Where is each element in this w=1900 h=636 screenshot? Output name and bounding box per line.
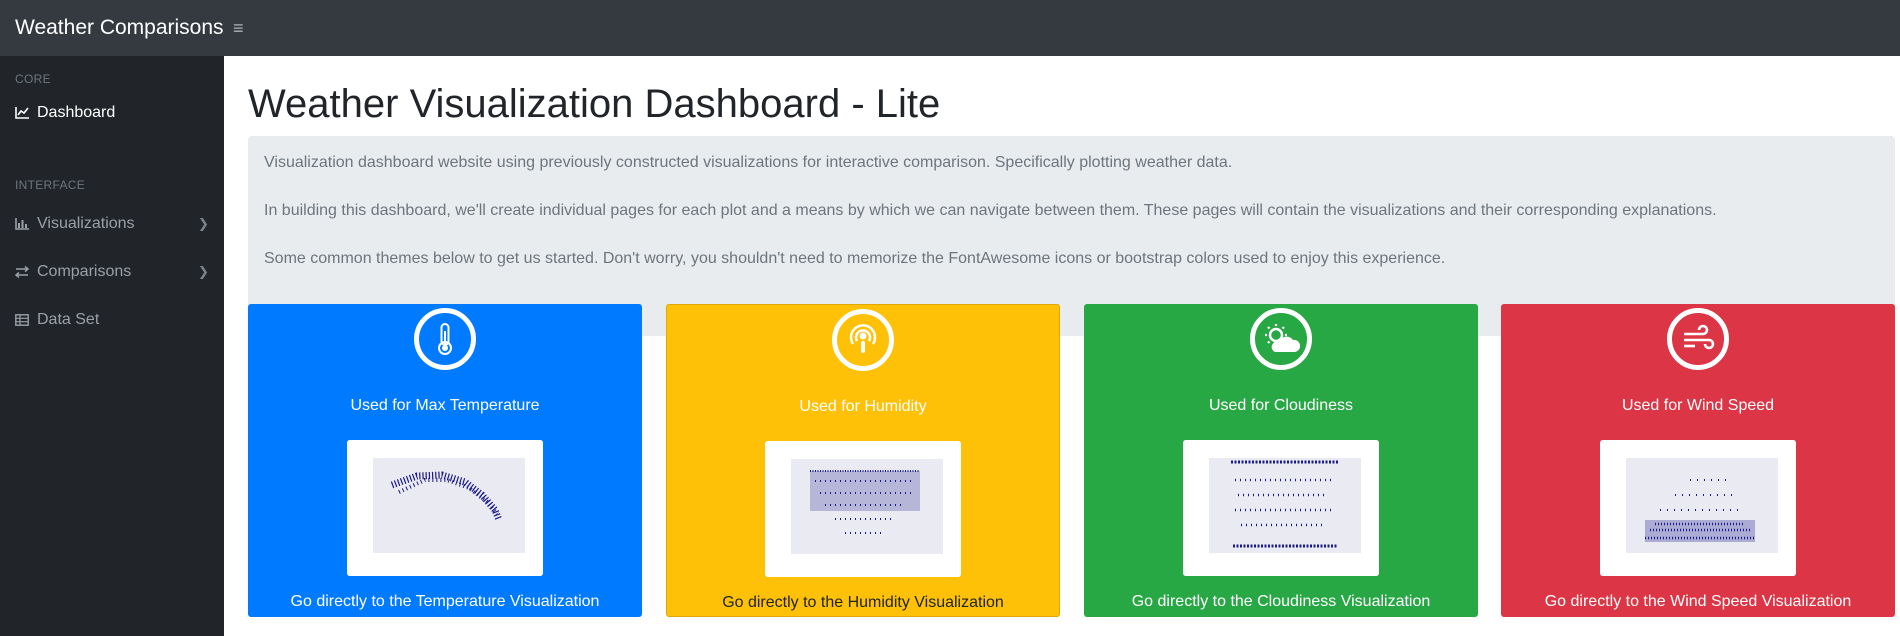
temperature-chart-thumbnail[interactable] — [347, 440, 543, 576]
sidebar-item-label: Visualizations — [37, 215, 135, 232]
sidebar-item-visualizations[interactable]: Visualizations ❯ — [0, 204, 224, 244]
navbar-brand[interactable]: Weather Comparisons — [0, 16, 224, 40]
wind-icon — [1667, 308, 1729, 370]
sidebar-item-label: Data Set — [37, 311, 100, 328]
table-icon — [15, 314, 37, 326]
temperature-link[interactable]: Go directly to the Temperature Visualiza… — [248, 593, 642, 611]
intro-paragraph: Some common themes below to get us start… — [264, 250, 1446, 267]
top-navbar: Weather Comparisons ≡ — [0, 0, 1900, 56]
chevron-right-icon: ❯ — [198, 216, 209, 231]
wind-speed-link[interactable]: Go directly to the Wind Speed Visualizat… — [1501, 593, 1895, 611]
wind-speed-card: Used for Wind Speed Go directly to the W… — [1501, 304, 1895, 617]
sidebar-item-comparisons[interactable]: Comparisons ❯ — [0, 252, 224, 292]
card-caption: Used for Wind Speed — [1621, 397, 1775, 414]
sidebar-heading-interface: INTERFACE — [15, 178, 86, 192]
area-chart-icon — [15, 107, 37, 119]
cloudiness-chart-thumbnail[interactable] — [1183, 440, 1379, 576]
sidebar-heading-core: CORE — [15, 72, 51, 86]
thermometer-icon — [414, 308, 476, 370]
sidebar-item-data-set[interactable]: Data Set — [0, 300, 224, 340]
card-caption: Used for Max Temperature — [350, 397, 540, 414]
wind-speed-chart-thumbnail[interactable] — [1600, 440, 1796, 576]
chevron-right-icon: ❯ — [198, 264, 209, 279]
humidity-link[interactable]: Go directly to the Humidity Visualizatio… — [667, 594, 1059, 612]
sidebar: CORE Dashboard INTERFACE Visualizations … — [0, 56, 224, 636]
cloudiness-card: Used for Cloudiness Go directly to the C… — [1084, 304, 1478, 617]
sidebar-item-dashboard[interactable]: Dashboard — [0, 93, 224, 133]
intro-paragraph: In building this dashboard, we'll create… — [264, 202, 1717, 219]
main-content: Weather Visualization Dashboard - Lite V… — [224, 56, 1900, 636]
card-caption: Used for Cloudiness — [1208, 397, 1354, 414]
cloud-sun-icon — [1250, 308, 1312, 370]
compare-icon — [15, 266, 37, 278]
cloudiness-link[interactable]: Go directly to the Cloudiness Visualizat… — [1084, 593, 1478, 611]
sidebar-item-label: Dashboard — [37, 104, 116, 121]
intro-paragraph: Visualization dashboard website using pr… — [264, 154, 1233, 171]
podcast-icon — [832, 309, 894, 371]
sidebar-item-label: Comparisons — [37, 263, 132, 280]
temperature-card: Used for Max Temperature Go directly to … — [248, 304, 642, 617]
bars-icon[interactable]: ≡ — [233, 19, 244, 37]
bar-chart-icon — [15, 218, 37, 230]
humidity-chart-thumbnail[interactable] — [765, 441, 961, 577]
humidity-card: Used for Humidity Go directly to the Hum… — [666, 304, 1060, 617]
page-title: Weather Visualization Dashboard - Lite — [248, 82, 941, 126]
card-caption: Used for Humidity — [799, 398, 927, 415]
